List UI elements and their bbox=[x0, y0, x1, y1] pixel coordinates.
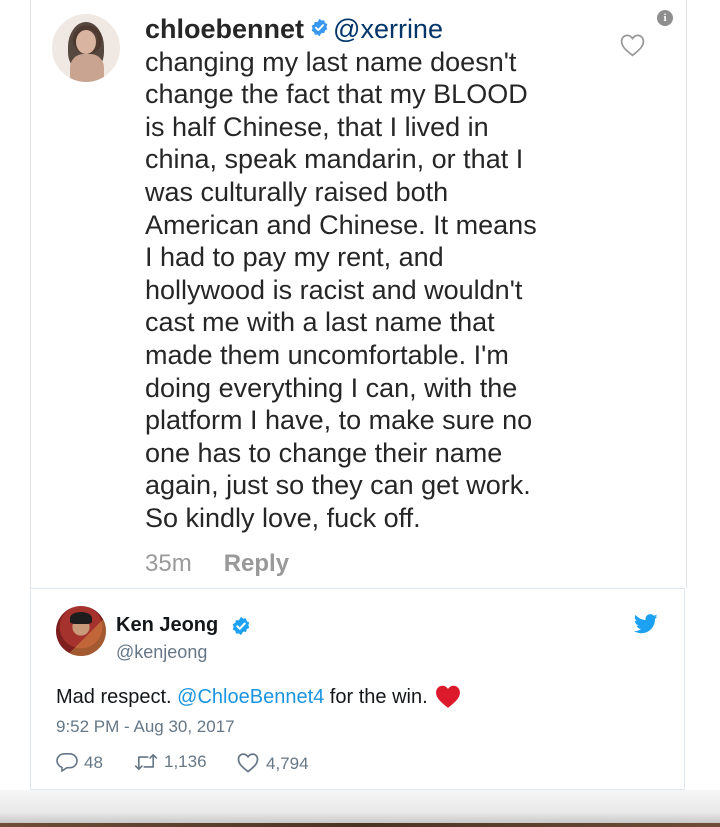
reply-icon bbox=[56, 753, 78, 773]
red-heart-emoji-icon bbox=[435, 685, 460, 708]
comment-line: I had to pay my rent, and bbox=[145, 242, 444, 273]
comment-time: 35m bbox=[145, 550, 192, 577]
comment-line: platform I have, to make sure no bbox=[145, 405, 533, 436]
comment-line: again, just so they can get work. bbox=[145, 470, 531, 501]
tweet-text-before: Mad respect. bbox=[56, 686, 178, 708]
comment-line: cast me with a last name that bbox=[145, 307, 495, 338]
verified-badge-icon bbox=[311, 18, 328, 37]
comment-line: made them uncomfortable. I'm bbox=[145, 339, 509, 370]
reply-action[interactable]: 48 bbox=[56, 752, 103, 773]
comment-line: American and Chinese. It means bbox=[145, 209, 537, 240]
page-bottom-edge bbox=[0, 790, 720, 827]
comment-line: change the fact that my BLOOD bbox=[145, 79, 528, 110]
comment-line: So kindly love, fuck off. bbox=[145, 502, 421, 533]
comment-line: changing my last name doesn't bbox=[145, 46, 517, 77]
comment-mention[interactable]: @xerrine bbox=[333, 14, 443, 44]
like-count: 4,794 bbox=[266, 754, 309, 773]
avatar-face bbox=[76, 30, 96, 54]
tweet-timestamp[interactable]: 9:52 PM - Aug 30, 2017 bbox=[56, 717, 235, 737]
comment-line: is half Chinese, that I lived in bbox=[145, 111, 489, 142]
tweet-text-after: for the win. bbox=[324, 686, 428, 708]
retweet-icon bbox=[134, 753, 158, 771]
retweet-action[interactable]: 1,136 bbox=[134, 752, 207, 772]
avatar-body bbox=[70, 54, 104, 82]
tweet-author-name[interactable]: Ken Jeong bbox=[116, 614, 218, 637]
comment-line: china, speak mandarin, or that I bbox=[145, 144, 524, 175]
comment-line: one has to change their name bbox=[145, 437, 503, 468]
reply-count: 48 bbox=[84, 753, 103, 772]
tweet-avatar[interactable] bbox=[56, 606, 106, 656]
tweet-text: Mad respect. @ChloeBennet4 for the win. bbox=[56, 684, 462, 709]
retweet-count: 1,136 bbox=[164, 752, 207, 771]
heart-outline-icon[interactable] bbox=[619, 33, 646, 57]
info-icon[interactable]: i bbox=[657, 10, 673, 26]
twitter-bird-icon[interactable] bbox=[634, 614, 658, 634]
comment-username[interactable]: chloebennet bbox=[145, 14, 304, 44]
reply-button[interactable]: Reply bbox=[224, 550, 289, 577]
like-icon bbox=[237, 753, 259, 773]
tweet-mention-link[interactable]: @ChloeBennet4 bbox=[177, 686, 324, 708]
avatar-hair bbox=[70, 612, 92, 624]
like-action[interactable]: 4,794 bbox=[236, 752, 309, 774]
comment-meta: 35m Reply bbox=[145, 550, 289, 578]
verified-badge-icon bbox=[232, 616, 250, 636]
avatar[interactable] bbox=[52, 14, 120, 82]
comment-line: was culturally raised both bbox=[145, 176, 449, 207]
comment-line: doing everything I can, with the bbox=[145, 372, 518, 403]
comment-line: hollywood is racist and wouldn't bbox=[145, 274, 523, 305]
tweet-author-handle[interactable]: @kenjeong bbox=[116, 642, 207, 663]
comment-text: chloebennet @xerrine changing my last nam… bbox=[145, 13, 585, 535]
